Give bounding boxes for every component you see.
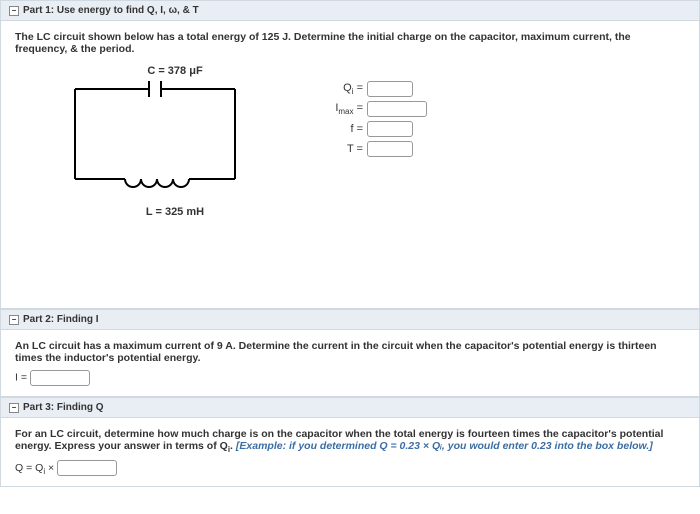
part3-example: [Example: if you determined Q = 0.23 × Q… xyxy=(236,440,653,452)
part1-inputs: Qi = Imax = f = T = xyxy=(335,81,427,218)
circuit-diagram: C = 378 μF L = 325 mH xyxy=(55,65,295,218)
collapse-icon[interactable]: − xyxy=(9,6,19,16)
imax-label: Imax = xyxy=(335,102,367,116)
collapse-icon[interactable]: − xyxy=(9,315,19,325)
lc-circuit-svg xyxy=(55,79,255,199)
part2-header[interactable]: − Part 2: Finding I xyxy=(0,309,700,330)
part3-header[interactable]: − Part 3: Finding Q xyxy=(0,397,700,418)
part1-prompt: The LC circuit shown below has a total e… xyxy=(15,31,685,55)
imax-input[interactable] xyxy=(367,101,427,117)
collapse-icon[interactable]: − xyxy=(9,403,19,413)
part2-input[interactable] xyxy=(30,370,90,386)
inductor-label: L = 325 mH xyxy=(55,206,295,218)
qi-input[interactable] xyxy=(367,81,413,97)
part3-body: For an LC circuit, determine how much ch… xyxy=(0,418,700,487)
t-input[interactable] xyxy=(367,141,413,157)
part2-prompt: An LC circuit has a maximum current of 9… xyxy=(15,340,685,364)
f-label: f = xyxy=(335,123,367,135)
part3-title: Part 3: Finding Q xyxy=(23,402,104,413)
part2-title: Part 2: Finding I xyxy=(23,314,99,325)
part3-input[interactable] xyxy=(57,460,117,476)
part1-title: Part 1: Use energy to find Q, I, ω, & T xyxy=(23,5,199,16)
part1-header[interactable]: − Part 1: Use energy to find Q, I, ω, & … xyxy=(0,0,700,21)
t-label: T = xyxy=(335,143,367,155)
capacitor-label: C = 378 μF xyxy=(55,65,295,77)
part2-input-label: I = xyxy=(15,372,27,384)
part2-body: An LC circuit has a maximum current of 9… xyxy=(0,330,700,397)
part1-body: The LC circuit shown below has a total e… xyxy=(0,21,700,309)
f-input[interactable] xyxy=(367,121,413,137)
qi-label: Qi = xyxy=(335,82,367,96)
part3-input-label: Q = Qi × xyxy=(15,462,54,474)
part3-prompt: For an LC circuit, determine how much ch… xyxy=(15,428,685,454)
